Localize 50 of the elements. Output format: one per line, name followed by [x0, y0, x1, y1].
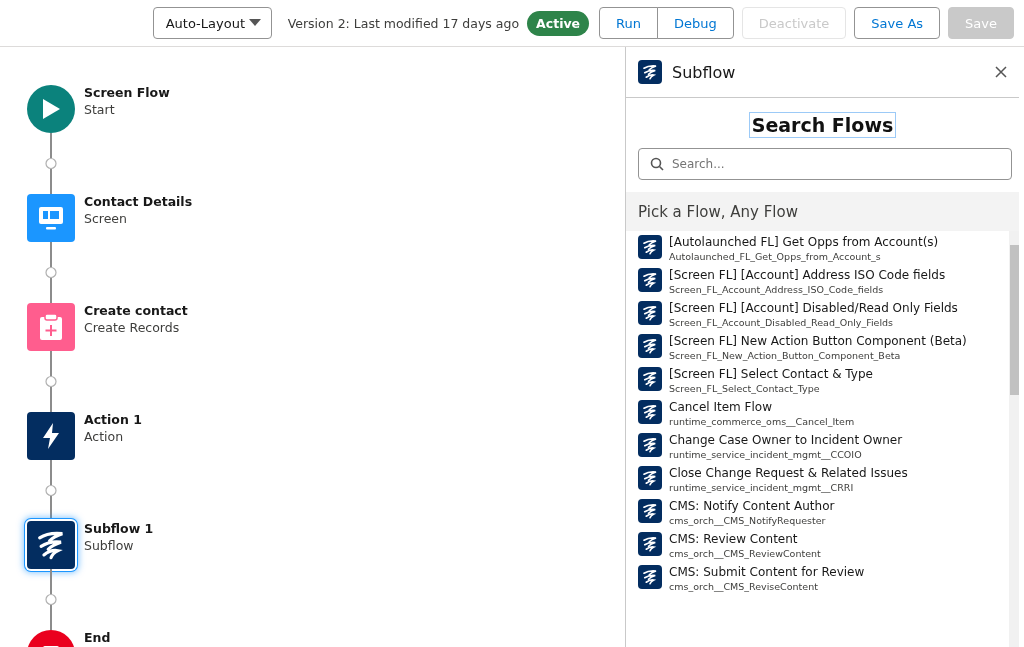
node-title: Action 1 [84, 412, 142, 428]
layout-select[interactable]: Auto-Layout [152, 7, 272, 39]
flow-list-item[interactable]: [Screen FL] Select Contact & Type Screen_FL_Select_Contact_Type [638, 367, 1009, 396]
version-text: Version 2: Last modified 17 days ago [287, 15, 520, 31]
connector-line [45, 351, 57, 412]
flow-node[interactable] [27, 303, 75, 351]
play-icon [41, 98, 61, 120]
flow-node[interactable] [27, 194, 75, 242]
scrollbar[interactable] [1009, 231, 1019, 647]
flow-list-item[interactable]: [Screen FL] [Account] Disabled/Read Only Fields Screen_FL_Account_Disabled_Read_Only_Fields [638, 301, 1009, 330]
node-type: Screen [84, 210, 128, 227]
search-heading: Search Flows [748, 112, 897, 138]
flow-node[interactable] [27, 412, 75, 460]
flow-node[interactable] [27, 85, 75, 133]
clipboard-plus-icon [38, 313, 64, 341]
node-title: End [84, 630, 111, 646]
flow-list-item[interactable]: [Screen FL] [Account] Address ISO Code fields Screen_FL_Account_Address_ISO_Code_fields [638, 268, 1009, 297]
flow-list-item[interactable]: CMS: Submit Content for Review cms_orch__CMS_ReviseContent [638, 565, 1009, 594]
toolbar-button[interactable]: Save As [854, 7, 941, 39]
flow-list-item[interactable]: Change Case Owner to Incident Owner runtime_service_incident_mgmt__CCOIO [638, 433, 1009, 462]
flow-list-item[interactable]: CMS: Notify Content Author cms_orch__CMS_NotifyRequester [638, 499, 1009, 528]
flow-list-item[interactable]: [Screen FL] New Action Button Component (Beta) Screen_FL_New_Action_Button_Component_Beta [638, 334, 1009, 363]
node-title: Screen Flow [84, 85, 170, 101]
search-icon [650, 157, 664, 171]
caret-down-icon [248, 19, 261, 27]
node-type: Action [84, 428, 125, 445]
connector-line [45, 569, 57, 630]
connector-line [45, 133, 57, 194]
connector-line [45, 460, 57, 521]
node-type: Create Records [84, 319, 181, 336]
node-title: Contact Details [84, 194, 193, 210]
flow-list-item[interactable]: Close Change Request & Related Issues runtime_service_incident_mgmt__CRRI [638, 466, 1009, 495]
node-title: Create contact [84, 303, 188, 319]
status-badge: Active [527, 10, 590, 36]
lightning-icon [41, 422, 61, 450]
close-icon[interactable] [995, 66, 1007, 78]
node-title: Subflow 1 [84, 521, 154, 537]
search-field[interactable]: Search... [638, 148, 1012, 180]
toolbar-button[interactable]: Run [599, 7, 658, 39]
panel-title: Subflow [672, 62, 737, 82]
node-type: Start [84, 101, 116, 118]
node-type: Subflow [84, 537, 135, 554]
section-title: Pick a Flow, Any Flow [637, 202, 799, 223]
monitor-icon [37, 205, 65, 231]
toolbar-button[interactable]: Debug [657, 7, 734, 39]
flow-list-item[interactable]: Cancel Item Flow runtime_commerce_oms__Cancel_Item [638, 400, 1009, 429]
flow-node[interactable] [27, 521, 75, 569]
flow-list-item[interactable]: CMS: Review Content cms_orch__CMS_ReviewContent [638, 532, 1009, 561]
connector-line [45, 242, 57, 303]
flow-list-item[interactable]: [Autolaunched FL] Get Opps from Account(s) Autolaunched_FL_Get_Opps_from_Account_s [638, 235, 1009, 264]
